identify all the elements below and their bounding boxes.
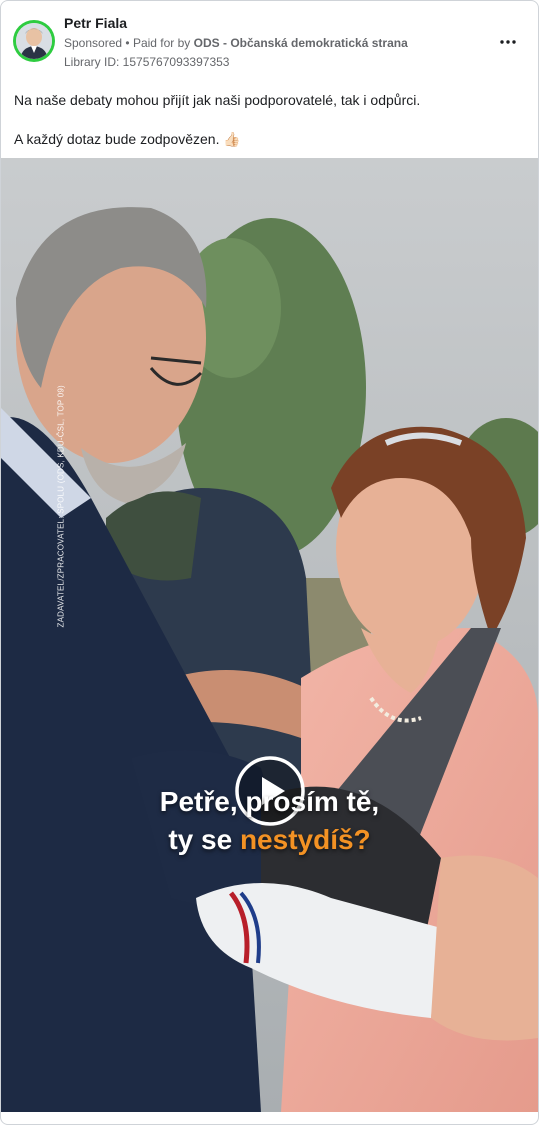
ad-card: Petr Fiala Sponsored • Paid for by ODS -… — [0, 0, 539, 1125]
sponsored-label: Sponsored — [64, 36, 123, 50]
avatar-image — [16, 23, 52, 59]
caption-highlight: nestydíš? — [239, 824, 371, 855]
advertiser-name[interactable]: Petr Fiala — [64, 15, 127, 31]
caption-line-1: Petře, prosím tě, — [159, 786, 380, 817]
separator-dot: • — [125, 36, 133, 50]
caption-line-2: ty se nestydíš? — [1, 824, 538, 856]
library-id: Library ID: 1575767093397353 — [64, 55, 230, 69]
paid-for-prefix: Paid for by — [132, 36, 191, 50]
video-player[interactable]: ZADAVATEL/ZPRACOVATEL: SPOLU (ODS, KDU-Č… — [1, 158, 538, 1112]
more-horizontal-icon — [500, 40, 516, 44]
post-text-line-2: A každý dotaz bude zodpovězen. 👍🏻 — [14, 131, 241, 147]
more-options-button[interactable] — [495, 29, 521, 55]
post-header: Petr Fiala Sponsored • Paid for by ODS -… — [1, 1, 538, 76]
video-frame — [1, 158, 538, 1112]
sponsored-line: Sponsored • Paid for by ODS - Občanská d… — [64, 36, 408, 50]
side-credit-text: ZADAVATEL/ZPRACOVATEL: SPOLU (ODS, KDU-Č… — [56, 385, 66, 628]
paid-for-by-name[interactable]: ODS - Občanská demokratická strana — [194, 36, 408, 50]
post-text-line-1: Na naše debaty mohou přijít jak naši pod… — [14, 92, 421, 108]
avatar[interactable] — [13, 20, 55, 62]
caption-line-2-text: ty se — [168, 824, 240, 855]
